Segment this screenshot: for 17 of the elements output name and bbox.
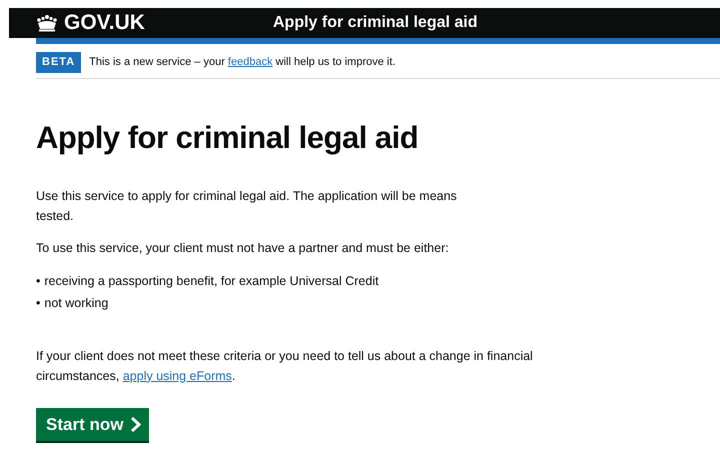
logo-text[interactable]: GOV.UK [64,7,145,39]
body-text: Use this service to apply for criminal legal aid. The application will be means tested. [36,188,458,225]
chevron-icon [131,416,142,432]
bullet: • [36,272,40,290]
phase-tag: BETA [36,52,82,72]
feedback-link[interactable]: feedback [228,56,273,68]
eforms-link[interactable]: apply using eForms [122,368,232,383]
bullet: • [36,294,40,312]
beta-message: This is a new service – your feedback will help us to improve it. [89,55,396,70]
list-item: not working [44,294,108,312]
start-button[interactable]: Start now [36,408,150,442]
list-item: receiving a passporting benefit, for example Universal Credit [44,272,379,290]
eforms-paragraph: If your client does not meet these criteria or you need to tell us about a change in financial circumstances, apply using eForms. [36,348,534,385]
crown-icon [35,14,59,32]
service-name[interactable]: Apply for criminal legal aid [273,11,478,35]
body-text: To use this service, your client must not have a partner and must be either: [36,240,450,257]
page-heading: Apply for criminal legal aid [36,118,420,156]
